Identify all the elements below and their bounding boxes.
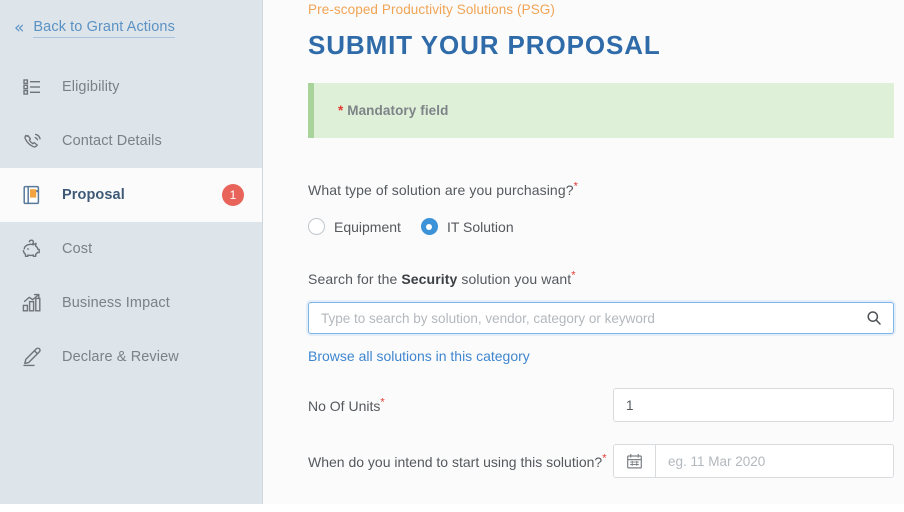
search-input[interactable]: [321, 310, 865, 326]
sidebar-item-label: Proposal: [62, 187, 125, 203]
required-marker: *: [602, 452, 607, 465]
list-icon: [19, 74, 45, 100]
bar-chart-icon: [19, 290, 45, 316]
required-marker: *: [338, 103, 344, 118]
phone-icon: [19, 128, 45, 154]
sidebar-item-cost[interactable]: Cost: [0, 222, 262, 276]
back-link-label: Back to Grant Actions: [33, 19, 175, 38]
sidebar-item-label: Cost: [62, 241, 93, 257]
no-of-units-label-text: No Of Units: [308, 398, 381, 414]
start-date-label: When do you intend to start using this s…: [308, 444, 613, 473]
required-marker: *: [573, 180, 578, 193]
radio-label: IT Solution: [446, 218, 514, 235]
start-date-input[interactable]: [656, 445, 893, 477]
no-of-units-row: No Of Units*: [308, 388, 894, 422]
piggy-bank-icon: [19, 236, 45, 262]
calendar-icon[interactable]: [614, 445, 656, 477]
sidebar-item-label: Contact Details: [62, 133, 162, 149]
sidebar-item-eligibility[interactable]: Eligibility: [0, 60, 262, 114]
start-date-label-text: When do you intend to start using this s…: [308, 454, 603, 470]
required-marker: *: [380, 396, 385, 409]
main-content: Pre-scoped Productivity Solutions (PSG) …: [263, 0, 904, 504]
mandatory-field-notice: * Mandatory field: [308, 83, 894, 138]
sidebar-item-label: Declare & Review: [62, 349, 179, 365]
radio-label: Equipment: [334, 218, 401, 235]
double-chevron-left-icon: «: [14, 18, 25, 38]
start-date-row: When do you intend to start using this s…: [308, 444, 894, 478]
radio-indicator: [420, 218, 438, 235]
mandatory-field-label: Mandatory field: [347, 103, 449, 118]
radio-equipment[interactable]: Equipment: [308, 218, 401, 235]
search-section-label: Search for the Security solution you wan…: [308, 269, 904, 287]
search-label-category: Security: [401, 271, 458, 287]
bottom-edge: [0, 504, 904, 512]
radio-indicator: [308, 218, 325, 235]
breadcrumb: Pre-scoped Productivity Solutions (PSG): [308, 2, 555, 17]
solution-search-box[interactable]: [308, 302, 894, 334]
pen-icon: [19, 344, 45, 370]
sidebar-item-declare-review[interactable]: Declare & Review: [0, 330, 262, 384]
required-marker: *: [571, 269, 576, 282]
radio-it-solution[interactable]: IT Solution: [420, 218, 514, 235]
search-icon[interactable]: [865, 309, 883, 327]
search-label-suffix: solution you want: [457, 271, 572, 287]
sidebar: « Back to Grant Actions Eligibility Cont…: [0, 0, 263, 504]
browse-all-solutions-link[interactable]: Browse all solutions in this category: [308, 348, 530, 364]
mandatory-field-text: * Mandatory field: [338, 103, 448, 118]
search-label-prefix: Search for the: [308, 271, 402, 287]
status-badge: 1: [222, 184, 244, 206]
solution-type-question-text: What type of solution are you purchasing…: [308, 182, 574, 198]
sidebar-item-business-impact[interactable]: Business Impact: [0, 276, 262, 330]
sidebar-nav: Eligibility Contact Details Proposal 1 C…: [0, 60, 262, 384]
notebook-icon: [19, 182, 45, 208]
solution-type-question-label: What type of solution are you purchasing…: [308, 180, 904, 198]
back-to-grant-actions-link[interactable]: « Back to Grant Actions: [0, 0, 262, 44]
no-of-units-input[interactable]: [613, 388, 894, 422]
sidebar-item-label: Business Impact: [62, 295, 170, 311]
sidebar-item-proposal[interactable]: Proposal 1: [0, 168, 262, 222]
no-of-units-label: No Of Units*: [308, 388, 613, 417]
start-date-field[interactable]: [613, 444, 894, 478]
grant-application-page: « Back to Grant Actions Eligibility Cont…: [0, 0, 904, 512]
sidebar-item-contact-details[interactable]: Contact Details: [0, 114, 262, 168]
sidebar-item-label: Eligibility: [62, 79, 120, 95]
solution-type-radio-group: Equipment IT Solution: [308, 218, 904, 235]
page-title: SUBMIT YOUR PROPOSAL: [308, 30, 661, 60]
